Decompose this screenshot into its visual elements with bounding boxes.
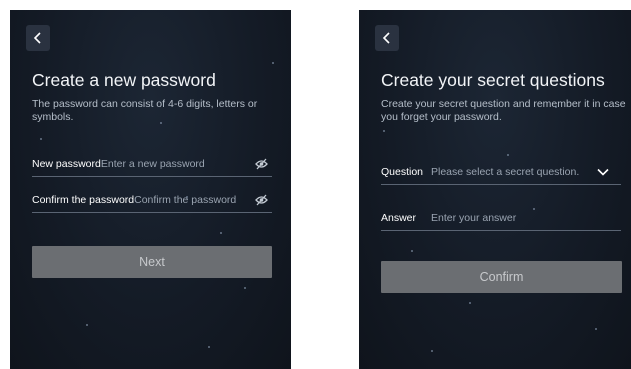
question-placeholder[interactable]: Please select a secret question. xyxy=(431,166,579,178)
back-button[interactable] xyxy=(375,25,399,51)
answer-input[interactable] xyxy=(431,211,601,224)
chevron-left-icon xyxy=(382,32,390,44)
eye-off-icon[interactable] xyxy=(255,194,268,206)
new-password-field[interactable]: New password xyxy=(32,151,272,177)
question-label: Question xyxy=(381,165,424,178)
confirm-button[interactable]: Confirm xyxy=(381,261,622,293)
new-password-label: New password xyxy=(32,157,101,170)
new-password-input[interactable] xyxy=(100,157,251,170)
page-description: Create your secret question and remember… xyxy=(381,98,626,123)
starfield-background xyxy=(359,10,631,369)
secret-question-screen: Create your secret questions Create your… xyxy=(359,10,631,369)
password-screen: Create a new password The password can c… xyxy=(10,10,291,369)
page-title: Create a new password xyxy=(32,70,216,90)
confirm-password-field[interactable]: Confirm the password xyxy=(32,187,272,213)
answer-field[interactable]: Answer xyxy=(381,205,621,231)
next-button[interactable]: Next xyxy=(32,246,272,278)
chevron-down-icon[interactable] xyxy=(597,168,609,176)
page-description: The password can consist of 4-6 digits, … xyxy=(32,98,258,123)
back-button[interactable] xyxy=(26,25,50,51)
page-title: Create your secret questions xyxy=(381,70,605,90)
chevron-left-icon xyxy=(33,32,41,44)
confirm-password-label: Confirm the password xyxy=(32,193,135,206)
question-select-field[interactable]: Question Please select a secret question… xyxy=(381,159,621,185)
answer-label: Answer xyxy=(381,211,417,224)
confirm-password-input[interactable] xyxy=(134,193,245,206)
eye-off-icon[interactable] xyxy=(255,158,268,170)
